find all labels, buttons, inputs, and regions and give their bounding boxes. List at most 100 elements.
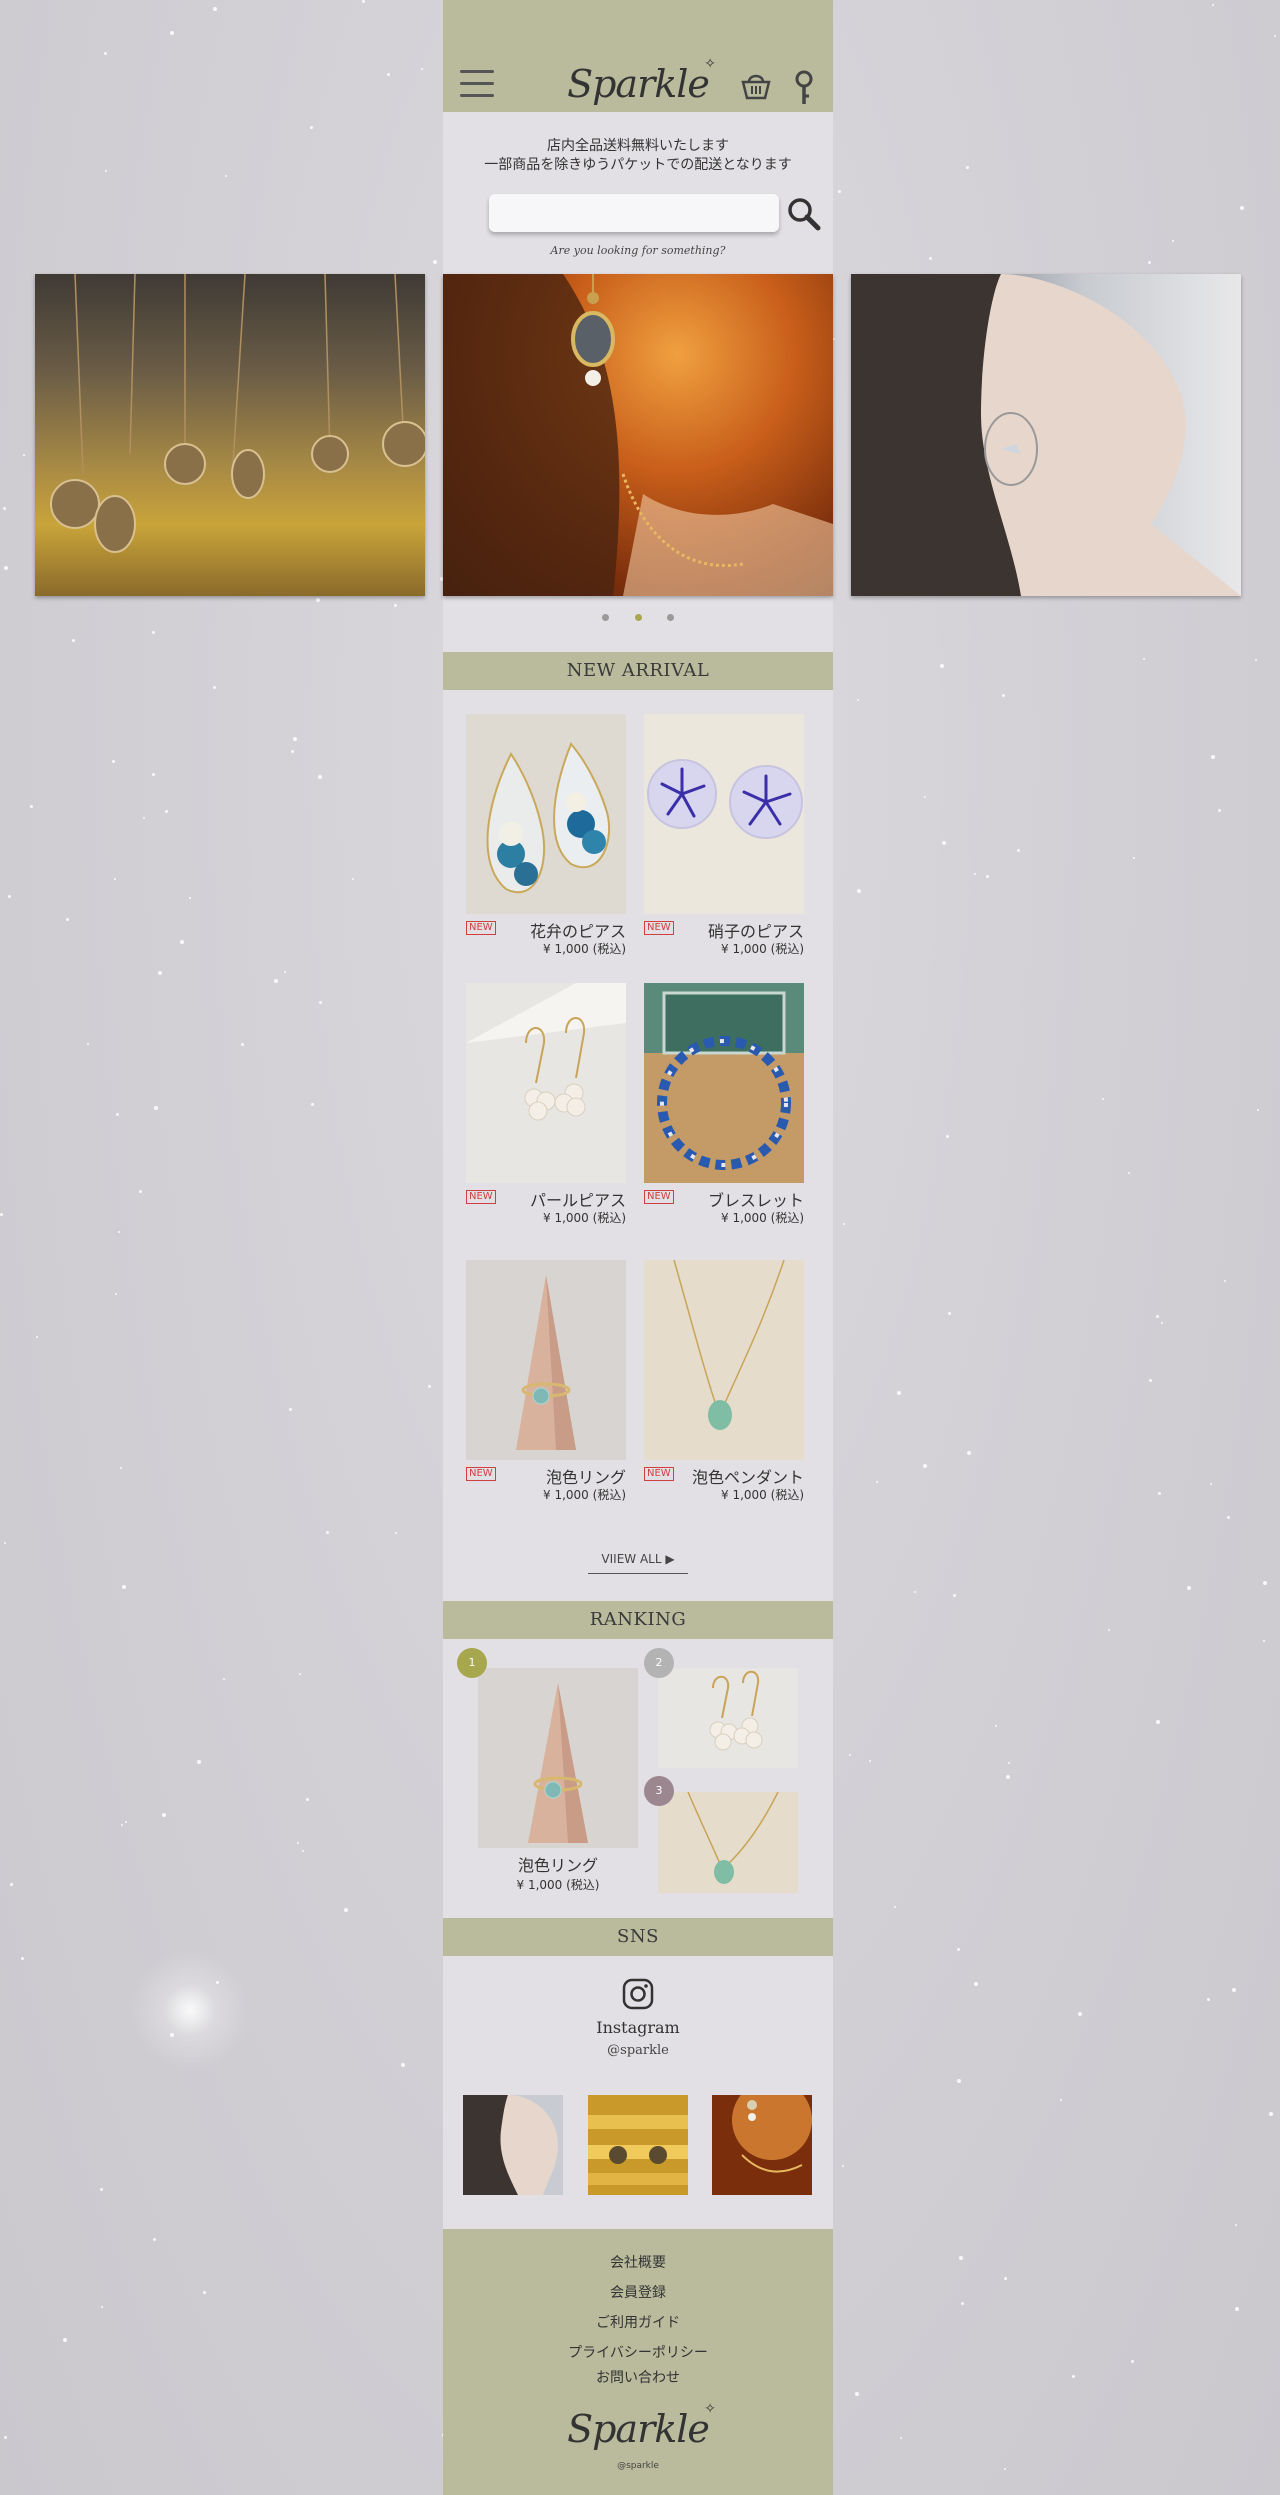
sparkle-dot [0, 1213, 3, 1216]
sparkle-dot [1156, 1315, 1159, 1318]
sparkle-dot [165, 810, 168, 813]
sparkle-dot [957, 1948, 960, 1951]
sparkle-dot [974, 1982, 978, 1986]
product-name: 泡色リング [545, 1468, 626, 1487]
footer: 会社概要 会員登録 ご利用ガイド プライバシーポリシー お問い合わせ Spark… [443, 2229, 833, 2495]
sparkle-dot [152, 773, 155, 776]
sparkle-dot [121, 1824, 123, 1826]
carousel-slide-pendants[interactable] [35, 274, 425, 596]
sparkle-dot [1072, 2375, 1075, 2378]
sparkle-dot [116, 1113, 119, 1116]
sparkle-dot [1149, 1379, 1152, 1382]
sparkle-dot [118, 1231, 120, 1233]
sparkle-dot [170, 2033, 174, 2037]
sparkle-dot [30, 805, 33, 808]
instagram-photo-1[interactable] [463, 2095, 563, 2195]
footer-logo-star: ✧ [704, 2401, 716, 2417]
notice-line-2: 一部商品を除きゆうパケットでの配送となります [484, 157, 792, 173]
sparkle-dot [23, 454, 25, 456]
sparkle-dot [900, 2437, 902, 2439]
site-logo[interactable]: Sparkle ✧ [563, 56, 716, 106]
footer-logo[interactable]: Sparkle ✧ [563, 2401, 716, 2451]
sparkle-dot [1269, 2112, 1273, 2116]
menu-icon[interactable] [460, 70, 494, 98]
product-name: パールピアス [529, 1191, 626, 1210]
carousel-dot-2[interactable] [634, 614, 642, 621]
sparkle-dot [114, 878, 116, 880]
sparkle-dot [216, 1981, 219, 1984]
instagram-handle[interactable]: @sparkle [443, 2043, 833, 2058]
sparkle-dot [4, 566, 8, 570]
sparkle-dot [1212, 4, 1214, 6]
logo-text: Sparkle [567, 62, 710, 106]
rank-badge-2: 2 [644, 1648, 674, 1678]
sparkle-dot [961, 2302, 964, 2305]
new-arrival-heading: NEW ARRIVAL [443, 652, 833, 690]
sparkle-dot [833, 338, 835, 340]
rank-badge-3: 3 [644, 1776, 674, 1806]
sparkle-dot [289, 1408, 292, 1411]
footer-link-company[interactable]: 会社概要 [443, 2252, 833, 2272]
sparkle-dot [115, 1293, 117, 1295]
sparkle-dot [1133, 857, 1135, 859]
sparkle-dot [154, 1106, 158, 1110]
sparkle-dot [306, 1798, 309, 1801]
carousel-slide-profile[interactable] [851, 274, 1241, 596]
cart-basket-icon[interactable] [740, 70, 772, 100]
footer-link-register[interactable]: 会員登録 [443, 2282, 833, 2302]
sparkle-dot [855, 2392, 859, 2396]
sparkle-dot [316, 598, 320, 602]
sparkle-dot [274, 979, 278, 983]
ranking-heading: RANKING [443, 1601, 833, 1639]
sparkle-dot [986, 875, 989, 878]
footer-link-privacy[interactable]: プライバシーポリシー [443, 2342, 833, 2362]
product-price: ¥ 1,000 (税込) [721, 1488, 804, 1502]
sparkle-dot [957, 2079, 961, 2083]
product-price: ¥ 1,000 (税込) [543, 1488, 626, 1502]
instagram-label[interactable]: Instagram [443, 2018, 833, 2037]
search-icon[interactable] [787, 197, 821, 231]
sparkle-dot [428, 1385, 431, 1388]
sparkle-dot [1156, 1720, 1160, 1724]
sparkle-dot [139, 1190, 142, 1193]
product-card[interactable]: NEW 花弁のピアス ¥ 1,000 (税込) [466, 714, 632, 964]
footer-link-contact[interactable]: お問い合わせ [443, 2367, 833, 2387]
product-card[interactable]: NEW パールピアス ¥ 1,000 (税込) [466, 983, 632, 1233]
product-card[interactable]: NEW ブレスレット ¥ 1,000 (税込) [644, 983, 810, 1233]
sparkle-dot [297, 1842, 299, 1844]
sparkle-dot [433, 260, 437, 264]
sparkle-dot [1257, 1109, 1259, 1111]
product-image [466, 714, 626, 914]
sparkle-dot [326, 1531, 329, 1534]
login-key-icon[interactable] [793, 70, 815, 106]
footer-link-guide[interactable]: ご利用ガイド [443, 2312, 833, 2332]
sparkle-dot [170, 31, 174, 35]
carousel-dot-1[interactable] [602, 614, 610, 621]
sparkle-dot [197, 1760, 201, 1764]
sparkle-dot [869, 1760, 871, 1762]
sparkle-dot [1207, 1998, 1210, 2001]
sparkle-dot [1263, 1640, 1265, 1642]
carousel-slide-earring[interactable] [443, 274, 833, 596]
product-card[interactable]: NEW 泡色ペンダント ¥ 1,000 (税込) [644, 1260, 810, 1510]
sparkle-dot [1004, 2468, 1006, 2470]
product-card[interactable]: NEW 硝子のピアス ¥ 1,000 (税込) [644, 714, 810, 964]
sparkle-dot [122, 1585, 126, 1589]
sparkle-dot [857, 699, 859, 701]
product-image [644, 983, 804, 1183]
sparkle-dot [1002, 694, 1005, 697]
sparkle-dot [946, 1135, 949, 1138]
sparkle-dot [1078, 2012, 1082, 2016]
sparkle-dot [223, 1678, 225, 1680]
sparkle-dot [1232, 1988, 1236, 1992]
instagram-photo-2[interactable] [588, 2095, 688, 2195]
sparkle-dot [1161, 1322, 1163, 1324]
search-input[interactable] [489, 194, 779, 232]
instagram-icon[interactable] [622, 1978, 654, 2010]
view-all-button[interactable]: VIIEW ALL ▶ [588, 1548, 688, 1574]
product-card[interactable]: NEW 泡色リング ¥ 1,000 (税込) [466, 1260, 632, 1510]
carousel-dot-3[interactable] [666, 614, 674, 621]
sparkle-dot [10, 1883, 13, 1886]
sparkle-dot [1006, 1775, 1010, 1779]
instagram-photo-3[interactable] [712, 2095, 812, 2195]
